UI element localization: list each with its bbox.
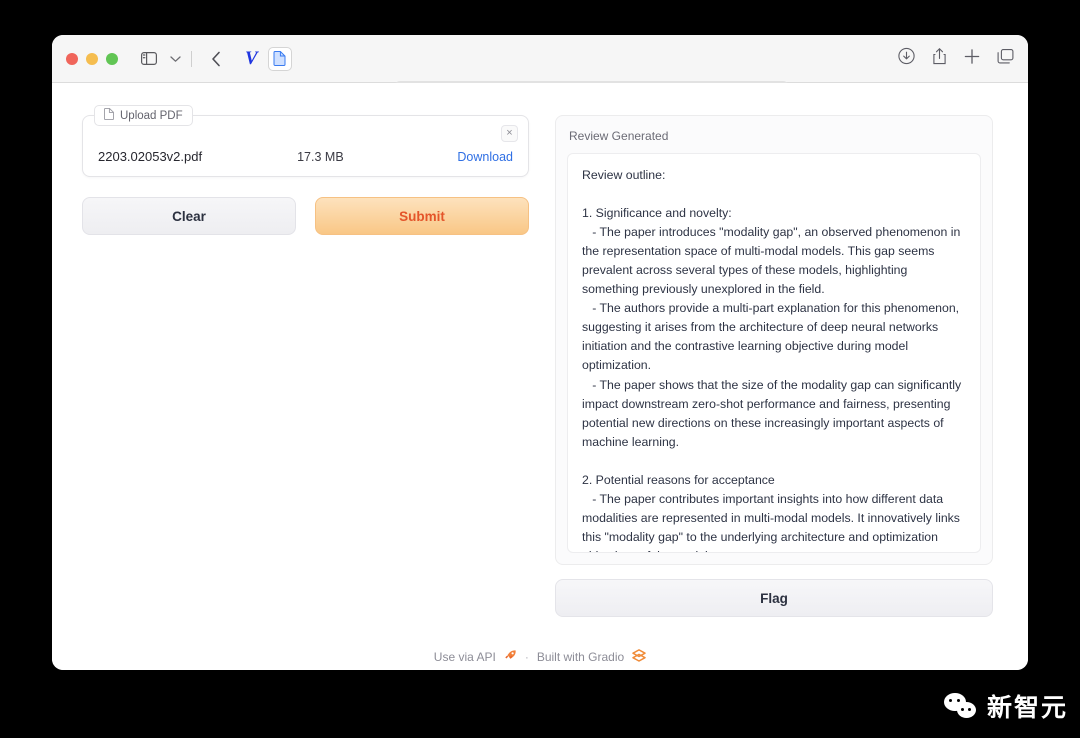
maximize-window-button[interactable] xyxy=(106,52,118,65)
gradio-logo-icon xyxy=(632,649,646,665)
download-link[interactable]: Download xyxy=(457,150,513,164)
clear-file-button[interactable]: × xyxy=(501,125,518,142)
new-tab-icon[interactable] xyxy=(964,48,980,69)
rocket-icon xyxy=(504,649,517,665)
toolbar-divider xyxy=(191,50,192,67)
document-tab-icon[interactable] xyxy=(267,46,292,71)
review-output-text: Review outline: 1. Significance and nove… xyxy=(582,168,962,552)
upload-pdf-label: Upload PDF xyxy=(94,105,193,126)
review-output-label: Review Generated xyxy=(569,129,669,143)
sidebar-toggle-icon[interactable] xyxy=(136,47,162,71)
file-size: 17.3 MB xyxy=(297,149,344,164)
right-column: Review Generated Review outline: 1. Sign… xyxy=(555,115,993,617)
watermark-text: 新智元 xyxy=(986,693,1068,722)
review-output-textbox[interactable]: Review outline: 1. Significance and nove… xyxy=(567,153,981,553)
uploaded-file-row: 2203.02053v2.pdf 17.3 MB Download xyxy=(83,149,528,164)
wechat-icon xyxy=(943,692,978,720)
back-arrow-icon[interactable] xyxy=(203,47,229,71)
clear-button[interactable]: Clear xyxy=(82,197,296,235)
submit-button[interactable]: Submit xyxy=(315,197,529,235)
gradio-footer: Use via API · Built with Gradio xyxy=(52,649,1028,665)
built-with-gradio-link[interactable]: Built with Gradio xyxy=(537,650,624,664)
browser-window: V Not Secure — ••• xyxy=(52,35,1028,670)
app-columns: Upload PDF × 2203.02053v2.pdf 17.3 MB Do… xyxy=(82,105,998,617)
left-column: Upload PDF × 2203.02053v2.pdf 17.3 MB Do… xyxy=(82,105,529,235)
share-icon[interactable] xyxy=(932,47,947,70)
file-icon xyxy=(104,107,114,123)
wechat-watermark: 新智元 xyxy=(943,688,1068,724)
page-content: Upload PDF × 2203.02053v2.pdf 17.3 MB Do… xyxy=(52,83,1028,670)
footer-separator: · xyxy=(524,650,529,664)
traffic-lights xyxy=(66,52,118,65)
action-buttons: Clear Submit xyxy=(82,197,529,235)
chevron-down-icon[interactable] xyxy=(162,47,188,71)
download-icon[interactable] xyxy=(898,47,915,70)
review-output-panel: Review Generated Review outline: 1. Sign… xyxy=(555,115,993,565)
flag-button[interactable]: Flag xyxy=(555,579,993,617)
tab-overview-icon[interactable] xyxy=(997,48,1014,69)
site-favicon-v[interactable]: V xyxy=(241,49,262,68)
use-via-api-link[interactable]: Use via API xyxy=(434,650,496,664)
close-window-button[interactable] xyxy=(66,52,78,65)
minimize-window-button[interactable] xyxy=(86,52,98,65)
browser-toolbar: V Not Secure — ••• xyxy=(52,35,1028,107)
pdf-upload-component[interactable]: Upload PDF × 2203.02053v2.pdf 17.3 MB Do… xyxy=(82,105,529,177)
upload-pdf-label-text: Upload PDF xyxy=(120,109,183,122)
file-name: 2203.02053v2.pdf xyxy=(98,149,203,164)
close-icon: × xyxy=(506,127,513,139)
toolbar-right-icons xyxy=(898,47,1014,70)
